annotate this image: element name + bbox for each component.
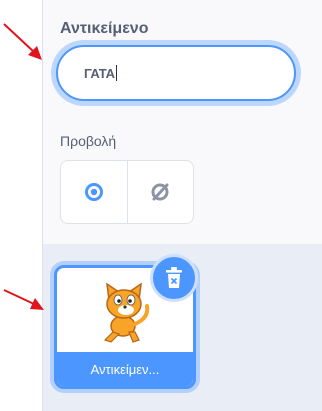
- view-label: Προβολή: [60, 133, 117, 149]
- delete-sprite-button[interactable]: [150, 254, 198, 302]
- text-caret: [116, 65, 118, 81]
- visibility-toggle: [60, 160, 194, 224]
- arrow-to-name-input: [3, 23, 42, 60]
- sprite-name-label: Αντικείμενο: [60, 20, 149, 37]
- arrow-to-sprite-tile: [3, 289, 44, 310]
- hide-button[interactable]: [126, 161, 194, 223]
- sprite-name-value: ΓΑΤΑ: [84, 65, 116, 81]
- eye-icon: [84, 183, 103, 201]
- trash-icon: [166, 267, 182, 288]
- eye-slash-icon: [151, 183, 169, 201]
- show-button[interactable]: [61, 161, 127, 223]
- sprite-tile-name: Αντικείμεν...: [57, 352, 193, 386]
- cat-sprite-thumbnail: [103, 282, 150, 343]
- sprite-name-input[interactable]: ΓΑΤΑ: [56, 45, 296, 101]
